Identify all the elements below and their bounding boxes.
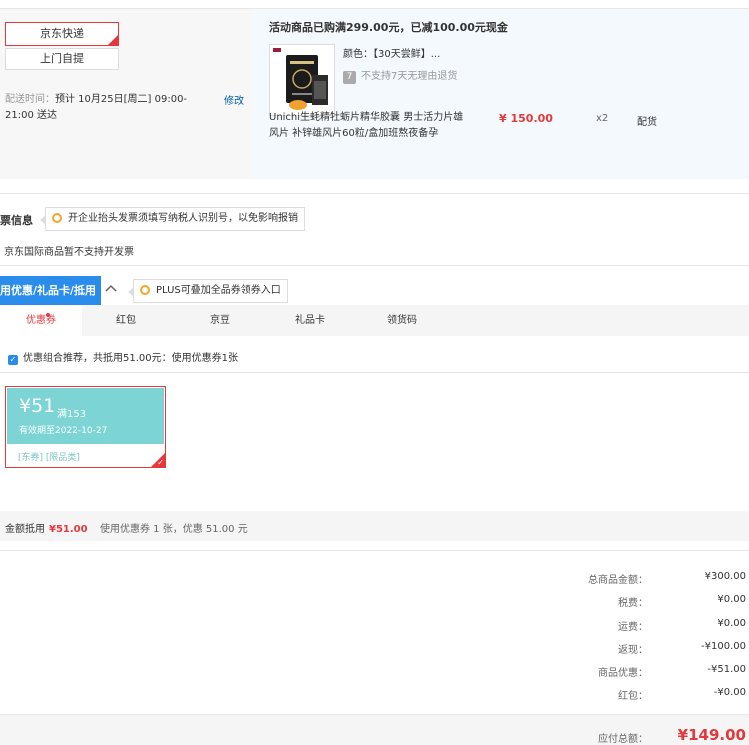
invoice-tip: 开企业抬头发票须填写纳税人识别号，以免影响报销 — [40, 207, 305, 231]
combo-text: 优惠组合推荐，共抵用51.00元：使用优惠券1张 — [23, 353, 238, 364]
modify-delivery-link[interactable]: 修改 — [224, 92, 244, 107]
payable-value: ¥149.00 — [677, 726, 746, 744]
tab-jingdou[interactable]: 京豆 — [184, 305, 256, 336]
total-row-label: 商品优惠： — [598, 668, 648, 679]
no-return-icon: 7 — [343, 71, 356, 84]
coupon-card-top: ¥51 满153 有效期至2022-10-27 — [7, 388, 164, 444]
divider — [0, 372, 749, 373]
plus-tip[interactable]: PLUS可叠加全品券领券入口 — [128, 279, 288, 303]
tab-redpacket[interactable]: 红包 — [90, 305, 162, 336]
coupon-expiry: 有效期至2022-10-27 — [19, 426, 108, 436]
combo-recommend-row[interactable]: ✓ 优惠组合推荐，共抵用51.00元：使用优惠券1张 — [8, 349, 238, 365]
coupon-condition: 满153 — [57, 409, 87, 420]
total-row-value: -¥100.00 — [701, 641, 746, 652]
selected-corner-icon — [108, 35, 118, 45]
summary-amount: ¥51.00 — [49, 524, 88, 535]
self-pickup-label: 上门自提 — [40, 52, 84, 65]
total-row-label: 总商品金额： — [588, 575, 648, 586]
total-row-label: 返现： — [618, 645, 648, 656]
shipping-options-panel: 京东快递 上门自提 配送时间：预计 10月25日[周二] 09:00-21:00… — [0, 9, 253, 179]
product-qty: x2 — [596, 113, 609, 124]
product-image[interactable] — [269, 44, 335, 116]
no-return-row: 7 不支持7天无理由退货 — [343, 67, 457, 84]
total-row-value: -¥51.00 — [707, 664, 746, 675]
tip-arrow-icon — [40, 215, 46, 225]
coupon-tags: [东券] [限品类] — [18, 453, 80, 463]
product-box-image — [270, 45, 334, 115]
payable-label: 应付总额： — [598, 734, 648, 745]
express-delivery-button[interactable]: 京东快递 — [5, 22, 119, 46]
express-delivery-label: 京东快递 — [40, 27, 84, 40]
product-name[interactable]: Unichi生蚝精牡蛎片精华胶囊 男士活力片雄风片 补锌雄风片60粒/盒加班熬夜… — [269, 110, 469, 142]
product-price: ¥ 150.00 — [499, 112, 553, 125]
bulb-icon — [140, 285, 150, 295]
delivery-time: 配送时间：预计 10月25日[周二] 09:00-21:00 送达 — [5, 92, 215, 124]
check-icon[interactable]: ✓ — [8, 355, 18, 365]
product-color: 颜色：【30天尝鲜】... — [343, 49, 441, 60]
divider — [0, 550, 749, 551]
bulb-icon — [52, 213, 62, 223]
self-pickup-button[interactable]: 上门自提 — [5, 48, 119, 70]
total-row-value: -¥0.00 — [713, 687, 746, 698]
summary-label: 金额抵用 — [5, 524, 45, 535]
tip-arrow-icon — [128, 287, 134, 297]
coupon-summary: 金额抵用 ¥51.00 — [5, 520, 88, 535]
coupon-section-header[interactable]: 用优惠/礼品卡/抵用 — [0, 276, 101, 305]
divider — [0, 265, 749, 266]
summary-desc: 使用优惠券 1 张，优惠 51.00 元 — [100, 524, 248, 535]
invoice-tip-text: 开企业抬头发票须填写纳税人识别号，以免影响报销 — [68, 213, 298, 224]
new-dot-icon — [46, 313, 50, 317]
product-panel: 活动商品已购满299.00元，已减100.00元现金 颜色：【30天尝鲜】...… — [253, 9, 749, 179]
coupon-amount: ¥51 — [19, 395, 56, 417]
check-icon: ✓ — [157, 458, 164, 467]
invoice-label: 票信息 — [0, 214, 33, 227]
product-stock: 配货 — [637, 117, 657, 128]
total-row-value: ¥300.00 — [704, 571, 746, 582]
delivery-time-label: 配送时间： — [5, 94, 55, 105]
total-row-label: 运费： — [618, 622, 648, 633]
total-row-value: ¥0.00 — [717, 618, 746, 629]
tab-coupon-label: 优惠券 — [26, 315, 56, 326]
shipping-section: 京东快递 上门自提 配送时间：预计 10月25日[周二] 09:00-21:00… — [0, 8, 749, 179]
invoice-note: 京东国际商品暂不支持开发票 — [4, 247, 134, 258]
promo-title: 活动商品已购满299.00元，已减100.00元现金 — [269, 21, 508, 34]
plus-tip-text: PLUS可叠加全品券领券入口 — [156, 285, 281, 296]
total-row-label: 税费： — [618, 598, 648, 609]
no-return-text: 不支持7天无理由退货 — [361, 71, 458, 82]
chevron-up-icon[interactable] — [105, 282, 117, 297]
total-row-value: ¥0.00 — [717, 594, 746, 605]
tab-pickup-code[interactable]: 领货码 — [366, 305, 438, 336]
divider — [0, 193, 749, 194]
tab-giftcard[interactable]: 礼品卡 — [274, 305, 346, 336]
tab-coupon[interactable]: 优惠券 — [0, 305, 82, 336]
total-row-label: 红包： — [618, 691, 648, 702]
coupon-card[interactable]: ¥51 满153 有效期至2022-10-27 [东券] [限品类] ✓ — [5, 386, 166, 468]
coupon-tabs: 优惠券 红包 京豆 礼品卡 领货码 — [0, 305, 749, 336]
